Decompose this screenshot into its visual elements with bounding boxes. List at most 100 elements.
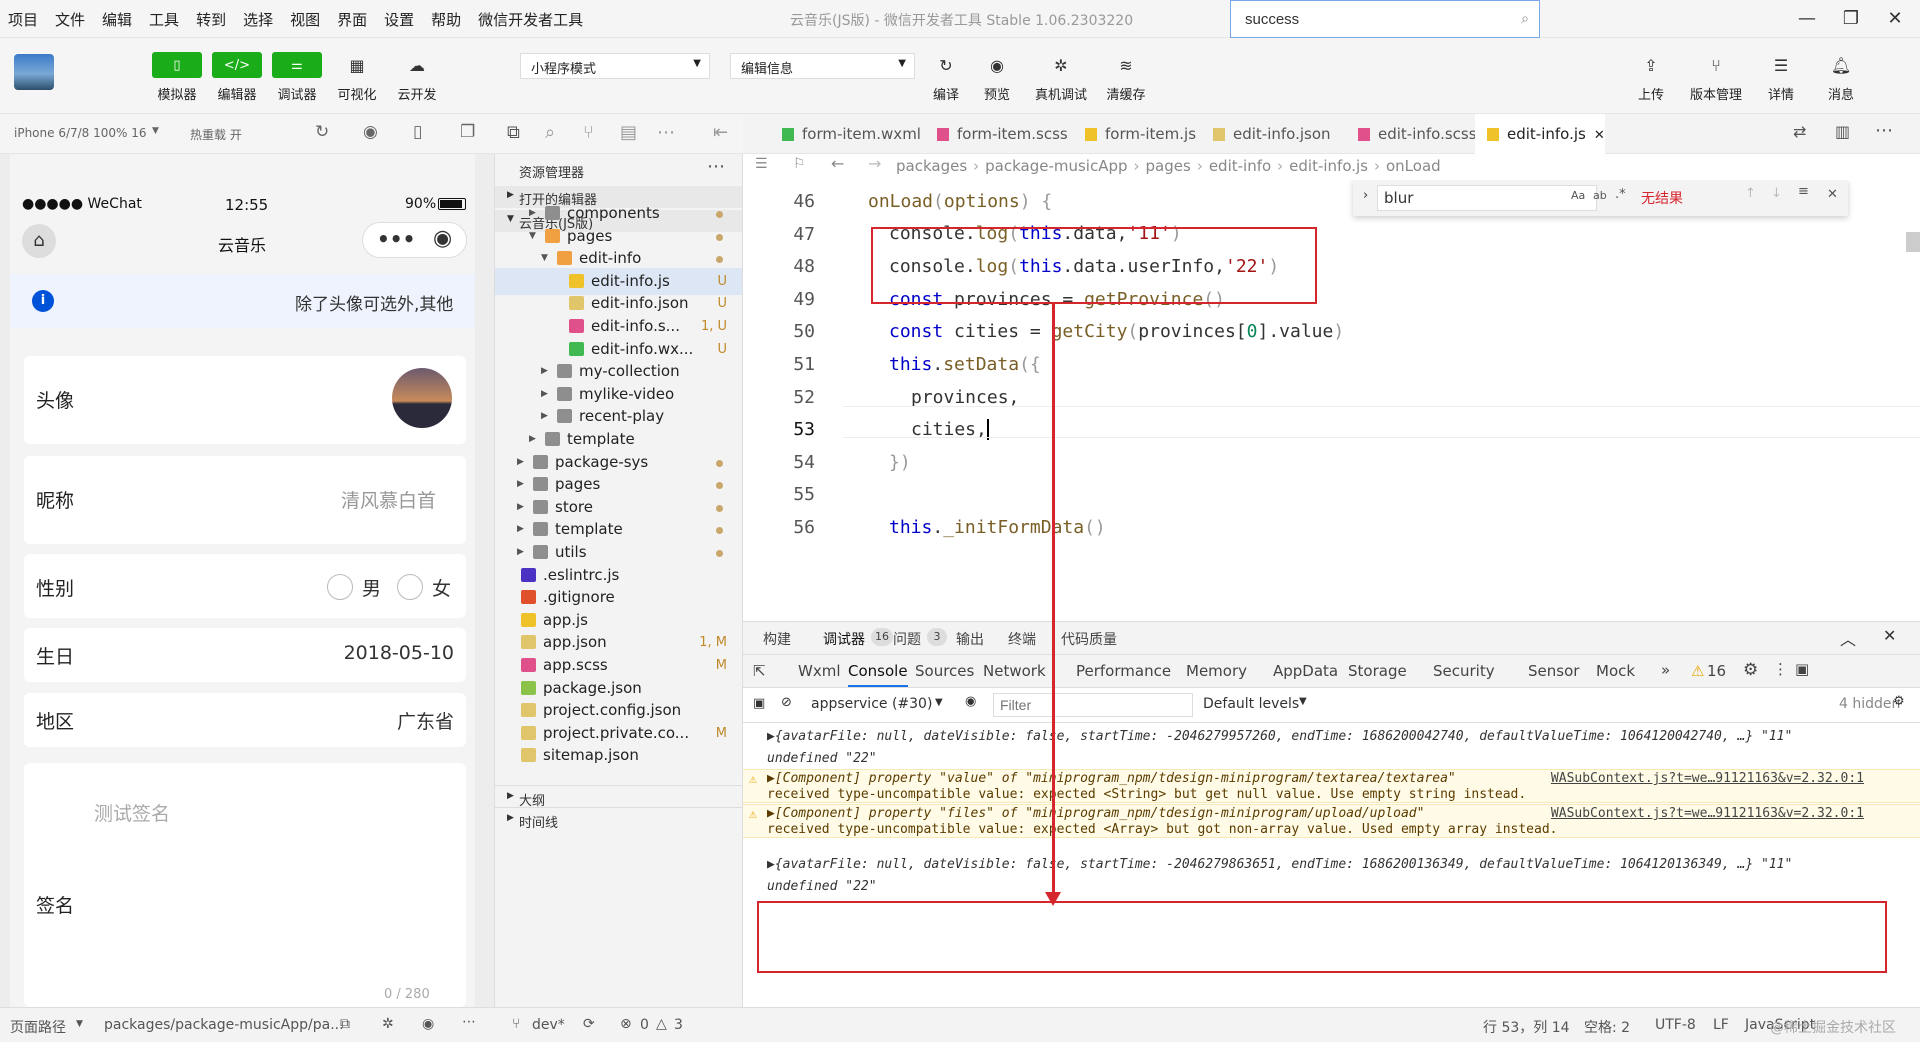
signature-textarea[interactable]: 测试签名	[94, 799, 170, 826]
sidebar-icon[interactable]: ▣	[753, 696, 765, 711]
close-icon[interactable]: ✕	[1880, 6, 1910, 32]
menu-item[interactable]: 转到	[196, 9, 226, 30]
devtools-tab[interactable]: 输出	[956, 629, 984, 649]
avatar[interactable]	[14, 54, 54, 90]
search-icon[interactable]: ⌕	[545, 122, 555, 143]
menu-item[interactable]: 文件	[55, 9, 85, 30]
panel-tab-console[interactable]: Console	[848, 662, 908, 687]
real-debug-button[interactable]: ✲ 真机调试	[1035, 52, 1087, 104]
menu-item[interactable]: 选择	[243, 9, 273, 30]
console-warning[interactable]: ⚠ ▶[Component] property "value" of "minip…	[743, 769, 1920, 803]
devtools-tab[interactable]: 构建	[763, 629, 791, 649]
female-radio[interactable]	[397, 574, 423, 600]
panel-tab-storage[interactable]: Storage	[1348, 662, 1407, 680]
messages-button[interactable]: 🔔︎ 消息	[1815, 52, 1867, 104]
panel-tab-wxml[interactable]: Wxml	[798, 662, 841, 680]
breadcrumb-item[interactable]: edit-info	[1209, 157, 1271, 175]
error-count[interactable]: 0	[640, 1017, 649, 1033]
menu-item[interactable]: 视图	[290, 9, 320, 30]
eye-icon[interactable]: ◉	[422, 1016, 434, 1032]
extensions-icon[interactable]: ▤	[620, 122, 637, 143]
back-icon[interactable]: ←	[831, 154, 844, 173]
refresh-icon[interactable]: ↻	[315, 122, 329, 142]
menu-item[interactable]: 微信开发者工具	[478, 9, 583, 30]
more-icon[interactable]: •••	[377, 227, 415, 251]
panel-tab-sensor[interactable]: Sensor	[1528, 662, 1579, 680]
log-source-link[interactable]: edit-info.js:47	[1747, 726, 1864, 727]
dock-icon[interactable]: ▣	[1795, 660, 1809, 678]
devtools-tab[interactable]: 问题	[893, 629, 921, 649]
find-input[interactable]: blur	[1377, 185, 1597, 211]
outline-header[interactable]: ▶ 大纲	[495, 785, 742, 809]
find-selection-icon[interactable]: ≡	[1798, 184, 1809, 199]
panel-tab-security[interactable]: Security	[1433, 662, 1495, 680]
expand-icon[interactable]: ›	[1363, 188, 1368, 203]
breadcrumb-item[interactable]: onLoad	[1386, 157, 1441, 175]
whole-word-icon[interactable]: ab	[1593, 189, 1607, 202]
collapse-icon[interactable]: ⇤	[713, 122, 728, 143]
console-warning[interactable]: ⚠ ▶[Component] property "files" of "minip…	[743, 804, 1920, 838]
filter-input[interactable]	[993, 693, 1193, 717]
simulator-button[interactable]: ▯ 模拟器	[151, 52, 203, 103]
eol[interactable]: LF	[1713, 1017, 1729, 1033]
scrollbar[interactable]	[1906, 232, 1920, 252]
menu-item[interactable]: 界面	[337, 9, 367, 30]
warning-count[interactable]: 3	[674, 1017, 683, 1033]
console-log[interactable]: undefined "22" edit-info.js:48	[743, 748, 1920, 770]
menu-item[interactable]: 项目	[8, 9, 38, 30]
maximize-icon[interactable]: ❐	[1836, 6, 1866, 32]
gear-icon[interactable]: ⚙	[1743, 660, 1758, 680]
avatar-row[interactable]: 头像	[24, 356, 466, 444]
birthday-row[interactable]: 生日 2018-05-10	[24, 628, 466, 682]
compile-button[interactable]: ↻ 编译	[920, 52, 972, 104]
devtools-tab[interactable]: 终端	[1008, 629, 1036, 649]
gear-icon[interactable]: ⚙	[1893, 694, 1905, 709]
device-select[interactable]: iPhone 6/7/8 100% 16	[14, 126, 147, 140]
mode-select[interactable]: 小程序模式 ▼	[520, 53, 710, 79]
panel-tab-mock[interactable]: Mock	[1596, 662, 1635, 680]
log-source-link[interactable]: edit-info.js:47	[1747, 854, 1864, 855]
panel-tab-performance[interactable]: Performance	[1076, 662, 1171, 680]
context-select[interactable]: appservice (#30)	[803, 693, 953, 717]
more-icon[interactable]: ⋯	[657, 122, 675, 143]
more-icon[interactable]: ⋮	[1773, 660, 1788, 678]
search-box[interactable]: ⌕	[1230, 0, 1540, 38]
nickname-field[interactable]: 清风慕白首	[341, 486, 436, 513]
console-log[interactable]: ▶{avatarFile: null, dateVisible: false, …	[743, 854, 1920, 876]
copy-icon[interactable]: ⧉	[340, 1016, 350, 1032]
details-button[interactable]: ☰ 详情	[1755, 52, 1807, 104]
breadcrumb-item[interactable]: edit-info.js	[1289, 157, 1368, 175]
clear-cache-button[interactable]: ≋ 清缓存	[1100, 52, 1152, 104]
log-source-link[interactable]: WASubContext.js?t=we…91121163&v=2.32.0:1	[1551, 806, 1864, 821]
levels-select[interactable]: Default levels	[1203, 696, 1299, 712]
tree-item[interactable]: sitemap.json	[495, 742, 742, 769]
regex-icon[interactable]: .*	[1615, 187, 1626, 202]
version-button[interactable]: ⑂ 版本管理	[1690, 52, 1742, 104]
nickname-row[interactable]: 昵称 清风慕白首	[24, 456, 466, 544]
more-icon[interactable]: ⋯	[707, 156, 725, 177]
minimize-icon[interactable]: —	[1792, 6, 1822, 32]
encoding[interactable]: UTF-8	[1655, 1017, 1696, 1033]
popout-icon[interactable]: ❐	[460, 122, 475, 142]
panel-tab-memory[interactable]: Memory	[1186, 662, 1247, 680]
close-icon[interactable]: ✕	[1827, 187, 1838, 202]
match-case-icon[interactable]: Aa	[1571, 189, 1585, 202]
search-input[interactable]	[1231, 1, 1491, 37]
bookmark-icon[interactable]: ⚐	[793, 156, 806, 172]
cursor-position[interactable]: 行 53，列 14	[1483, 1017, 1570, 1037]
birthday-value[interactable]: 2018-05-10	[344, 642, 454, 664]
settings-icon[interactable]: ✲	[382, 1016, 394, 1032]
log-source-link[interactable]: edit-info.js:48	[1747, 876, 1864, 877]
tab-form-item-wxml[interactable]: form-item.wxml	[770, 114, 921, 154]
inspect-icon[interactable]: ⇱	[753, 662, 766, 680]
menu-item[interactable]: 帮助	[431, 9, 461, 30]
panel-tab-appdata[interactable]: AppData	[1273, 662, 1338, 680]
devtools-tab[interactable]: 代码质量	[1061, 629, 1117, 649]
panel-tab-sources[interactable]: Sources	[915, 662, 974, 680]
page-path-label[interactable]: 页面路径	[10, 1017, 66, 1037]
tab-edit-info-js[interactable]: edit-info.js ✕	[1475, 114, 1605, 154]
home-icon[interactable]: ⌂	[22, 224, 56, 258]
male-radio[interactable]	[327, 574, 353, 600]
console-log[interactable]: ▶{avatarFile: null, dateVisible: false, …	[743, 726, 1920, 748]
collapse-icon[interactable]: ︿	[1840, 626, 1856, 650]
